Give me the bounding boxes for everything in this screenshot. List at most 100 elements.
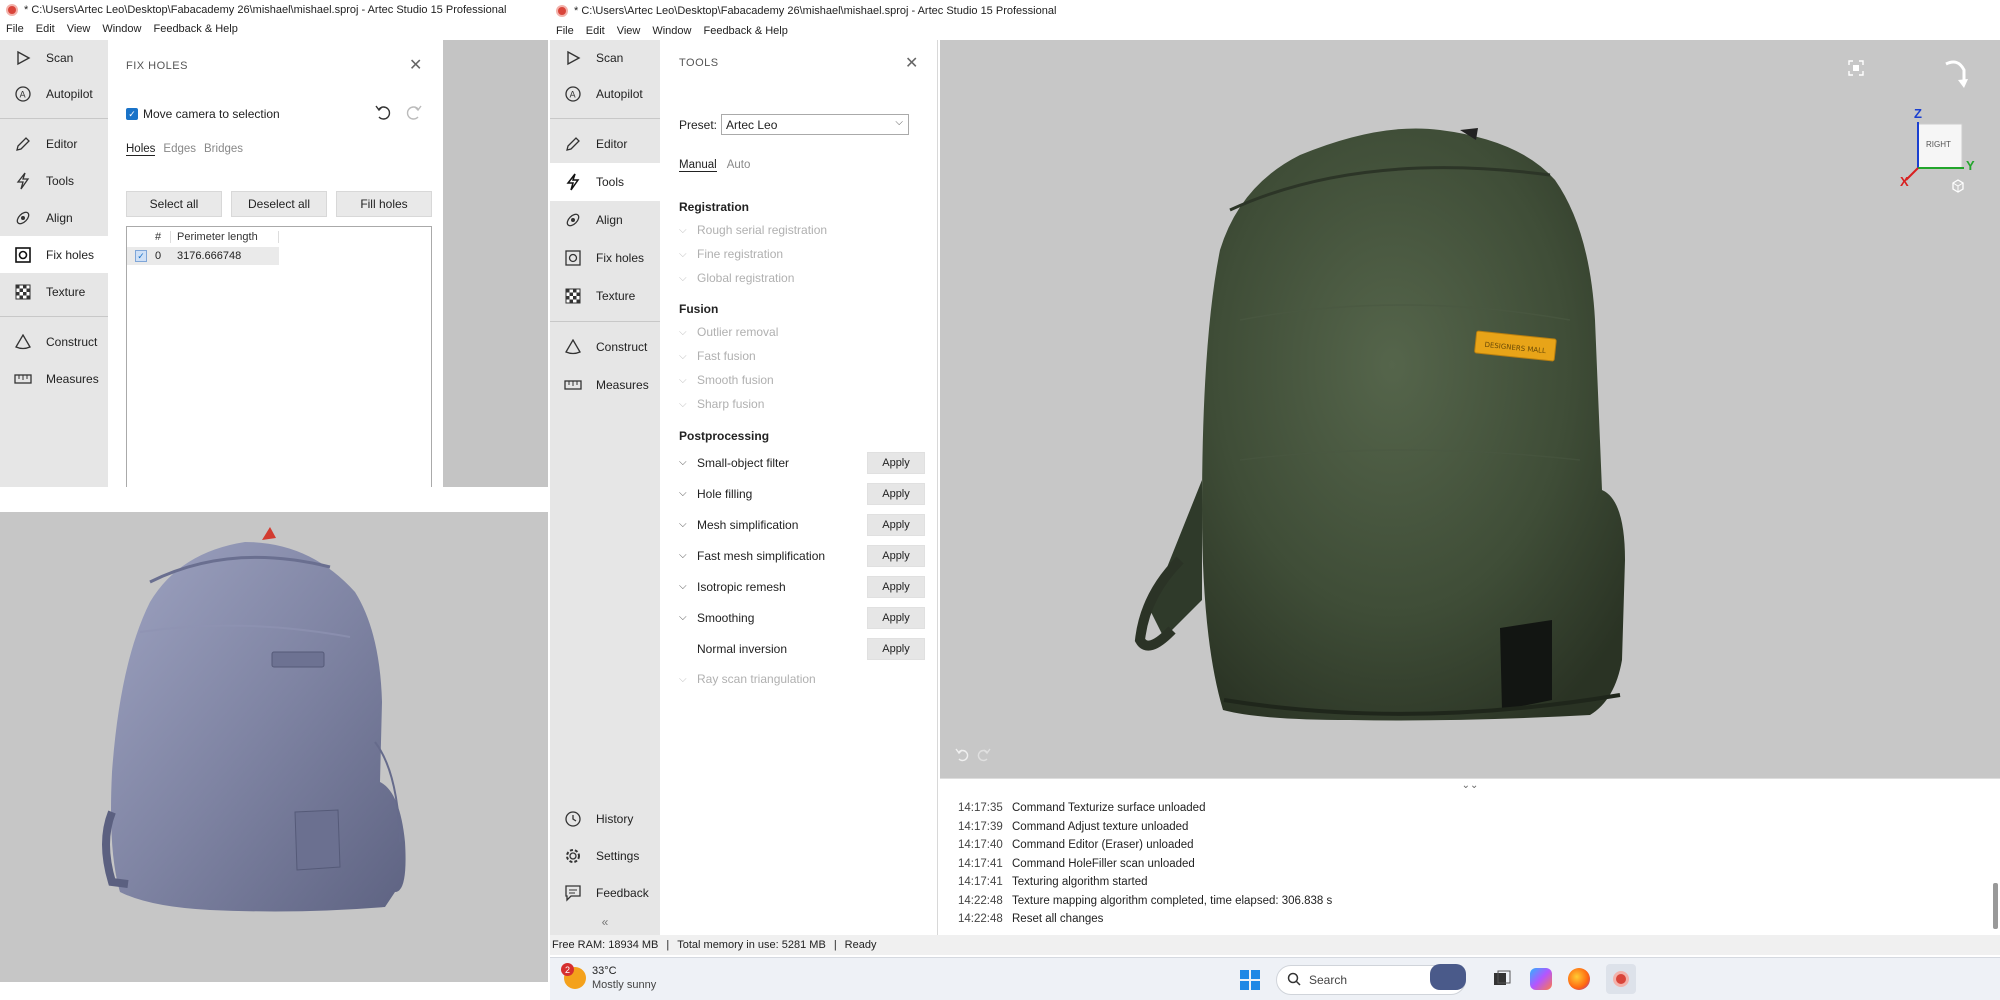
- nav-texture[interactable]: Texture: [0, 273, 108, 310]
- menu-edit[interactable]: Edit: [36, 23, 55, 35]
- left-3d-viewport[interactable]: [0, 512, 548, 982]
- apply-button[interactable]: Apply: [867, 451, 925, 474]
- tab-auto[interactable]: Auto: [727, 159, 751, 172]
- tool-ray-scan-triangulation[interactable]: ⌵ Ray scan triangulation: [679, 664, 925, 694]
- tool-isotropic-remesh[interactable]: ⌵ Isotropic remesh Apply: [679, 571, 925, 602]
- chevron-down-icon: ⌵: [679, 374, 687, 386]
- rotate-view-icon[interactable]: [1940, 54, 1970, 99]
- deselect-all-button[interactable]: Deselect all: [231, 191, 327, 217]
- viewcube-face-label: RIGHT: [1926, 140, 1951, 149]
- tool-fine-registration[interactable]: ⌵ Fine registration: [679, 242, 925, 266]
- apply-button[interactable]: Apply: [867, 606, 925, 629]
- nav-autopilot[interactable]: A Autopilot: [550, 76, 660, 112]
- menu-feedback-help[interactable]: Feedback & Help: [703, 25, 787, 37]
- nav-construct[interactable]: Construct: [0, 323, 108, 360]
- checkbox-checked-icon[interactable]: ✓: [126, 108, 138, 120]
- nav-construct[interactable]: Construct: [550, 328, 660, 366]
- tool-global-registration[interactable]: ⌵ Global registration: [679, 266, 925, 290]
- cube-view-icon[interactable]: [1950, 178, 1966, 199]
- menu-view[interactable]: View: [617, 25, 641, 37]
- nav-align[interactable]: Align: [0, 199, 108, 236]
- firefox-icon[interactable]: [1568, 968, 1590, 990]
- tool-rough-serial-registration[interactable]: ⌵ Rough serial registration: [679, 218, 925, 242]
- tool-mesh-simplification[interactable]: ⌵ Mesh simplification Apply: [679, 509, 925, 540]
- menu-window[interactable]: Window: [102, 23, 141, 35]
- apply-button[interactable]: Apply: [867, 575, 925, 598]
- tab-bridges[interactable]: Bridges: [204, 143, 243, 156]
- tab-edges[interactable]: Edges: [163, 143, 196, 156]
- select-all-button[interactable]: Select all: [126, 191, 222, 217]
- nav-settings[interactable]: Settings: [550, 837, 660, 874]
- backpack-textured-scan: DESIGNERS MALL: [1134, 128, 1625, 721]
- menu-feedback-help[interactable]: Feedback & Help: [153, 23, 237, 35]
- tool-normal-inversion[interactable]: Normal inversion Apply: [679, 633, 925, 664]
- nav-editor[interactable]: Editor: [0, 125, 108, 162]
- apply-button[interactable]: Apply: [867, 513, 925, 536]
- tool-small-object-filter[interactable]: ⌵ Small-object filter Apply: [679, 447, 925, 478]
- redo-icon[interactable]: [404, 102, 424, 127]
- tab-manual[interactable]: Manual: [679, 159, 717, 172]
- nav-texture[interactable]: Texture: [550, 277, 660, 315]
- nav-measures[interactable]: Measures: [550, 366, 660, 404]
- menu-edit[interactable]: Edit: [586, 25, 605, 37]
- menu-view[interactable]: View: [67, 23, 91, 35]
- nav-fix-holes[interactable]: Fix holes: [550, 239, 660, 277]
- log-scrollbar[interactable]: [1993, 883, 1998, 929]
- align-icon: [562, 210, 584, 230]
- table-header: # Perimeter length: [127, 227, 431, 247]
- preset-dropdown[interactable]: Artec Leo ⌵: [721, 114, 910, 135]
- weather-widget[interactable]: 2 33°C Mostly sunny: [561, 963, 656, 992]
- nav-autopilot[interactable]: A Autopilot: [0, 76, 108, 112]
- play-icon: [562, 48, 584, 68]
- mode-tabs: Manual Auto: [679, 159, 750, 172]
- nav-scan[interactable]: Scan: [0, 40, 108, 76]
- copilot-icon[interactable]: [1530, 968, 1552, 990]
- apply-button[interactable]: Apply: [867, 637, 925, 660]
- row-checkbox[interactable]: ✓: [135, 250, 147, 262]
- windows-start-icon[interactable]: [1240, 970, 1260, 995]
- viewport-undo-icon[interactable]: [954, 746, 970, 767]
- align-icon: [12, 208, 34, 228]
- undo-icon[interactable]: [373, 102, 393, 127]
- nav-editor[interactable]: Editor: [550, 125, 660, 163]
- nav-tools[interactable]: Tools: [550, 163, 660, 201]
- nav-feedback[interactable]: Feedback: [550, 874, 660, 911]
- tool-fast-fusion[interactable]: ⌵ Fast fusion: [679, 344, 925, 368]
- tool-outlier-removal[interactable]: ⌵ Outlier removal: [679, 320, 925, 344]
- nav-measures[interactable]: Measures: [0, 360, 108, 397]
- task-view-icon[interactable]: [1492, 969, 1512, 994]
- tool-fast-mesh-simplification[interactable]: ⌵ Fast mesh simplification Apply: [679, 540, 925, 571]
- table-row[interactable]: ✓ 0 3176.666748: [127, 247, 279, 265]
- nav-tools[interactable]: Tools: [0, 162, 108, 199]
- chevron-down-icon: ⌵: [679, 673, 687, 685]
- viewport-redo-icon[interactable]: [976, 746, 992, 767]
- menu-file[interactable]: File: [556, 25, 574, 37]
- right-3d-viewport[interactable]: DESIGNERS MALL RIGHT Z Y X: [940, 40, 2000, 778]
- apply-button[interactable]: Apply: [867, 482, 925, 505]
- viewcube[interactable]: RIGHT Z Y X: [1900, 102, 1980, 202]
- artec-studio-taskbar-icon[interactable]: [1606, 964, 1636, 994]
- apply-button[interactable]: Apply: [867, 544, 925, 567]
- menu-window[interactable]: Window: [652, 25, 691, 37]
- row-index: 0: [155, 250, 162, 262]
- search-highlight-icon[interactable]: [1430, 964, 1466, 990]
- collapse-log-icon[interactable]: ⌄⌄: [940, 779, 2000, 793]
- nav-fix-holes[interactable]: Fix holes: [0, 236, 108, 273]
- fit-view-icon[interactable]: [1848, 60, 1864, 81]
- close-icon[interactable]: ✕: [409, 55, 422, 75]
- menu-file[interactable]: File: [6, 23, 24, 35]
- chevron-down-icon: ⌵: [679, 326, 687, 338]
- nav-history[interactable]: History: [550, 800, 660, 837]
- tool-sharp-fusion[interactable]: ⌵ Sharp fusion: [679, 392, 925, 416]
- close-icon[interactable]: ✕: [905, 53, 918, 73]
- tab-holes[interactable]: Holes: [126, 143, 156, 156]
- nav-align[interactable]: Align: [550, 201, 660, 239]
- collapse-sidebar-icon[interactable]: «: [550, 911, 660, 929]
- nav-scan[interactable]: Scan: [550, 40, 660, 76]
- tool-smooth-fusion[interactable]: ⌵ Smooth fusion: [679, 368, 925, 392]
- tool-hole-filling[interactable]: ⌵ Hole filling Apply: [679, 478, 925, 509]
- tool-smoothing[interactable]: ⌵ Smoothing Apply: [679, 602, 925, 633]
- move-camera-option[interactable]: ✓ Move camera to selection: [126, 107, 280, 121]
- fill-holes-button[interactable]: Fill holes: [336, 191, 432, 217]
- artec-logo-icon: [556, 5, 568, 17]
